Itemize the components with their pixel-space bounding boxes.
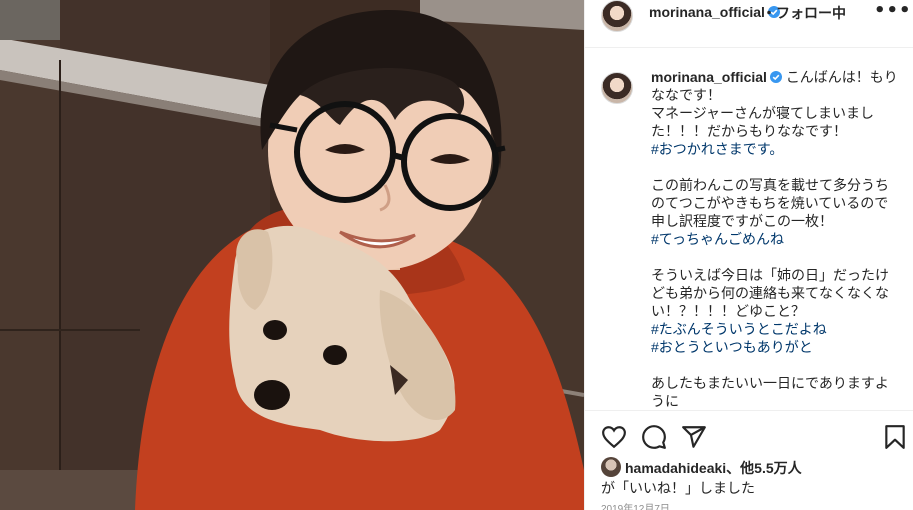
like-heart-icon[interactable]	[601, 424, 627, 450]
caption-segment: この前わんこの写真を載せて多分うちのてつこがやきもちを焼いているので申し訳程度で…	[651, 177, 889, 229]
following-status[interactable]: ・フォロー中	[762, 3, 846, 23]
post-photo[interactable]	[0, 0, 584, 510]
post-actions: hamadahideaki、他5.5万人 が「いいね！」しました 2019年12…	[585, 410, 913, 510]
caption-author-avatar[interactable]	[601, 72, 633, 104]
caption-username[interactable]: morinana_official	[651, 69, 767, 85]
more-options-icon[interactable]: •••	[874, 0, 912, 21]
likes-line[interactable]: hamadahideaki、他5.5万人	[625, 458, 802, 478]
caption-hashtag[interactable]: #おとうといつもありがと	[651, 339, 813, 355]
post-header: morinana_official ・フォロー中 •••	[585, 0, 913, 48]
verified-badge-icon	[769, 71, 782, 83]
caption-segment: そういえば今日は「姉の日」だったけども弟から何の連絡も来てなくなくない！？！！！…	[651, 267, 889, 319]
photo-illustration	[0, 0, 584, 510]
caption-text: morinana_official こんばんは！もりななです！ マネージャーさん…	[651, 68, 901, 410]
caption-hashtag[interactable]: #おつかれさまです。	[651, 141, 783, 157]
comment-bubble-icon[interactable]	[641, 424, 667, 450]
caption-hashtag[interactable]: #たぶんそういうとこだよね	[651, 321, 827, 337]
post-date[interactable]: 2019年12月7日	[601, 500, 670, 510]
caption-hashtag[interactable]: #てっちゃんごめんね	[651, 231, 784, 247]
comments-area[interactable]: morinana_official こんばんは！もりななです！ マネージャーさん…	[585, 48, 913, 410]
likes-count[interactable]: 、他5.5万人	[726, 460, 801, 476]
caption-segment: あしたもまたいい一日にでありますように	[651, 375, 889, 409]
liker-username[interactable]: hamadahideaki	[625, 460, 726, 476]
share-paper-plane-icon[interactable]	[681, 424, 707, 450]
author-avatar[interactable]	[601, 0, 633, 32]
likes-suffix: が「いいね！」しました	[601, 480, 755, 496]
save-bookmark-icon[interactable]	[882, 424, 908, 450]
caption-body: こんばんは！もりななです！ マネージャーさんが寝てしまいました！！！だからもりな…	[651, 69, 898, 409]
author-username[interactable]: morinana_official	[649, 4, 780, 20]
author-username-text[interactable]: morinana_official	[649, 4, 765, 20]
liker-avatar[interactable]	[601, 457, 621, 477]
post-side-panel: morinana_official ・フォロー中 ••• morinana_of…	[584, 0, 913, 510]
